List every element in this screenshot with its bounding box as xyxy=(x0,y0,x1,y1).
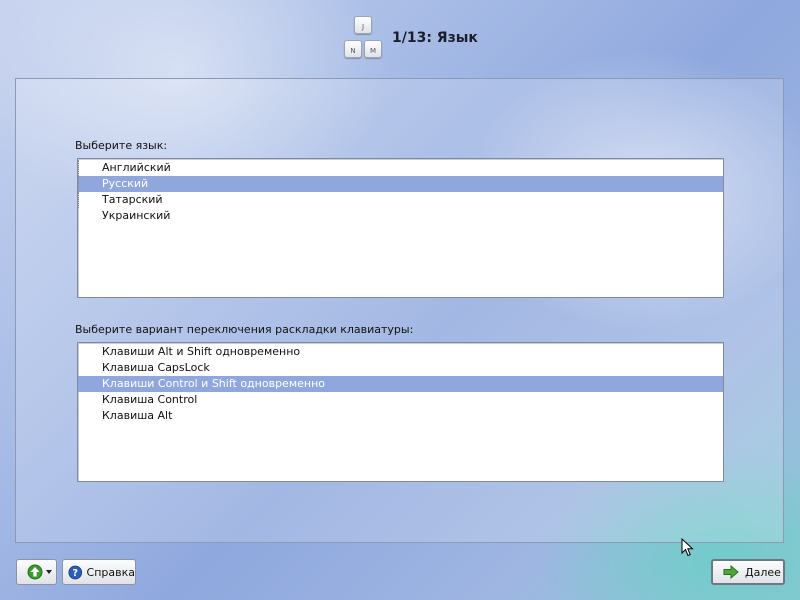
mouse-pointer-icon xyxy=(681,538,694,557)
language-item-ukrainian[interactable]: Украинский xyxy=(78,208,723,224)
language-item-label: Английский xyxy=(102,161,171,174)
help-question-icon: ? xyxy=(68,565,83,579)
language-label: Выберите язык: xyxy=(75,139,168,152)
language-list[interactable]: Английский Русский Татарский Украинский xyxy=(77,158,724,298)
layout-item-label: Клавиша CapsLock xyxy=(102,361,210,374)
layout-switch-list[interactable]: Клавиши Alt и Shift одновременно Клавиша… xyxy=(77,342,724,482)
language-item-tatar[interactable]: Татарский xyxy=(78,192,723,208)
green-right-arrow-icon xyxy=(723,565,739,579)
layout-item-label: Клавиши Control и Shift одновременно xyxy=(102,377,325,390)
header: J N M 1/13: Язык xyxy=(0,0,800,72)
chevron-down-icon xyxy=(46,570,52,574)
language-item-label: Русский xyxy=(102,177,149,190)
language-item-label: Украинский xyxy=(102,209,171,222)
layout-item-label: Клавиши Alt и Shift одновременно xyxy=(102,345,301,358)
menu-dropdown-button[interactable] xyxy=(16,559,57,585)
layout-item-control[interactable]: Клавиша Control xyxy=(78,392,723,408)
help-button-label: Справка xyxy=(86,565,135,579)
layout-item-label: Клавиша Control xyxy=(102,393,198,406)
layout-item-alt[interactable]: Клавиша Alt xyxy=(78,408,723,424)
next-button[interactable]: Далее xyxy=(711,559,785,585)
layout-item-alt-shift[interactable]: Клавиши Alt и Shift одновременно xyxy=(78,344,723,360)
layout-item-control-shift[interactable]: Клавиши Control и Shift одновременно xyxy=(78,376,723,392)
svg-text:?: ? xyxy=(73,568,78,579)
layout-item-capslock[interactable]: Клавиша CapsLock xyxy=(78,360,723,376)
page-title: 1/13: Язык xyxy=(392,30,478,46)
logo-key-j: J xyxy=(354,16,372,34)
language-item-english[interactable]: Английский xyxy=(78,160,723,176)
logo-key-n: N xyxy=(344,40,362,58)
help-button[interactable]: ? Справка xyxy=(62,559,136,585)
layout-item-label: Клавиша Alt xyxy=(102,409,173,422)
layout-switch-label: Выберите вариант переключения раскладки … xyxy=(75,323,414,336)
language-item-label: Татарский xyxy=(102,193,163,206)
next-button-label: Далее xyxy=(745,565,781,579)
green-up-arrow-icon xyxy=(27,564,43,580)
logo-key-m: M xyxy=(364,40,382,58)
language-item-russian[interactable]: Русский xyxy=(78,176,723,192)
keyboard-logo-icon: J N M xyxy=(342,16,384,60)
